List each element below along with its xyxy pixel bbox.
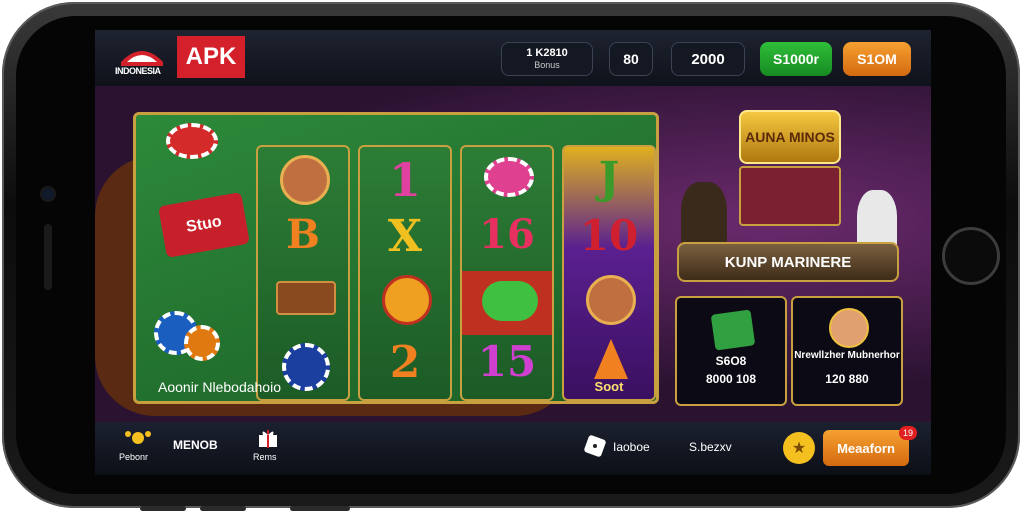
power-button xyxy=(290,506,350,511)
nav-label[interactable]: Rems xyxy=(253,452,277,462)
promo-card-value: 8000 108 xyxy=(705,372,757,386)
claim-button[interactable]: Meaaforn xyxy=(823,430,909,466)
nav-item[interactable]: Iaoboe xyxy=(613,440,650,454)
nav-title[interactable]: MENOB xyxy=(173,438,218,452)
bottom-bar: Pebonr MENOB Rems Iaoboe S.bezxv ★ Meaaf… xyxy=(95,422,931,475)
promo-banner[interactable]: KUNP MARINERE xyxy=(677,242,899,282)
apk-badge[interactable]: APK xyxy=(177,36,245,78)
promo-card[interactable]: S6O8 8000 108 xyxy=(675,296,787,406)
top-bar: INDONESIA APK 1 K2810 Bonus 80 2000 S100… xyxy=(95,30,931,86)
stat-pill[interactable]: 80 xyxy=(609,42,653,76)
pyramid-icon xyxy=(594,339,628,379)
logo-text: INDONESIA xyxy=(115,66,161,76)
reel-symbol: X xyxy=(387,211,423,262)
money-icon xyxy=(710,309,756,351)
face-icon xyxy=(586,275,636,325)
reel-4-label: Soot xyxy=(594,379,624,394)
front-camera xyxy=(42,188,54,200)
reel-symbol: 15 xyxy=(477,337,537,386)
balance-display[interactable]: 1 K2810 Bonus xyxy=(501,42,593,76)
coin-pill[interactable]: 2000 xyxy=(671,42,745,76)
frog-icon xyxy=(482,281,538,321)
reel-4: J 10 Soot xyxy=(562,145,656,401)
trophy-icon xyxy=(123,428,153,448)
promo-card-value: 120 880 xyxy=(825,372,869,386)
reel-symbol: 1 xyxy=(388,153,421,207)
avatar xyxy=(829,308,869,348)
board-label: Aoonir Nlebodahoio xyxy=(158,379,281,395)
notification-badge: 19 xyxy=(899,426,917,440)
star-icon[interactable]: ★ xyxy=(783,432,815,464)
chest-icon xyxy=(276,281,336,315)
gift-icon xyxy=(257,428,279,448)
reel-2: 1 X 2 xyxy=(358,145,452,401)
home-button[interactable] xyxy=(942,227,1000,285)
balance-value: 1 K2810 xyxy=(526,47,568,59)
gem-icon xyxy=(382,275,432,325)
chip-icon xyxy=(282,343,330,391)
nav-item[interactable]: S.bezxv xyxy=(689,440,732,454)
chip-icon xyxy=(484,157,534,197)
reel-symbol: 10 xyxy=(579,211,639,260)
promo-card-title: S6O8 xyxy=(715,354,747,368)
volume-button xyxy=(140,506,186,511)
casino-scene: AUNA MINOS KUNP MARINERE S6O8 8000 108 N… xyxy=(661,86,931,422)
reel-symbol: 2 xyxy=(389,337,421,388)
casino-sign: AUNA MINOS xyxy=(739,110,841,164)
nav-label[interactable]: Pebonr xyxy=(119,452,148,462)
deposit-button[interactable]: S1000r xyxy=(760,42,832,76)
chip-label: Stuo xyxy=(158,192,250,258)
promo-card[interactable]: Nrewllzher Mubnerhor 120 880 xyxy=(791,296,903,406)
volume-button xyxy=(200,506,246,511)
reel-symbol: J xyxy=(598,153,620,204)
slot-board: Stuo B 1 X 2 16 15 J 10 Soot Aoonir Nleb… xyxy=(133,112,659,404)
slot-machine-icon xyxy=(739,166,841,226)
speaker-grille xyxy=(44,224,52,290)
dice-icon xyxy=(583,434,607,458)
balance-sub: Bonus xyxy=(534,60,560,70)
chip-icon xyxy=(184,325,220,361)
game-screen: INDONESIA APK 1 K2810 Bonus 80 2000 S100… xyxy=(95,30,931,475)
shop-button[interactable]: S1OM xyxy=(843,42,911,76)
reel-symbol: 16 xyxy=(479,211,535,258)
chip-icon xyxy=(166,123,218,159)
promo-card-title: Nrewllzher Mubnerhor xyxy=(794,350,900,361)
reel-3: 16 15 xyxy=(460,145,554,401)
game-area: Stuo B 1 X 2 16 15 J 10 Soot Aoonir Nleb… xyxy=(95,86,931,422)
reel-symbol: B xyxy=(286,211,320,258)
reel-1: B xyxy=(256,145,350,401)
face-icon xyxy=(280,155,330,205)
